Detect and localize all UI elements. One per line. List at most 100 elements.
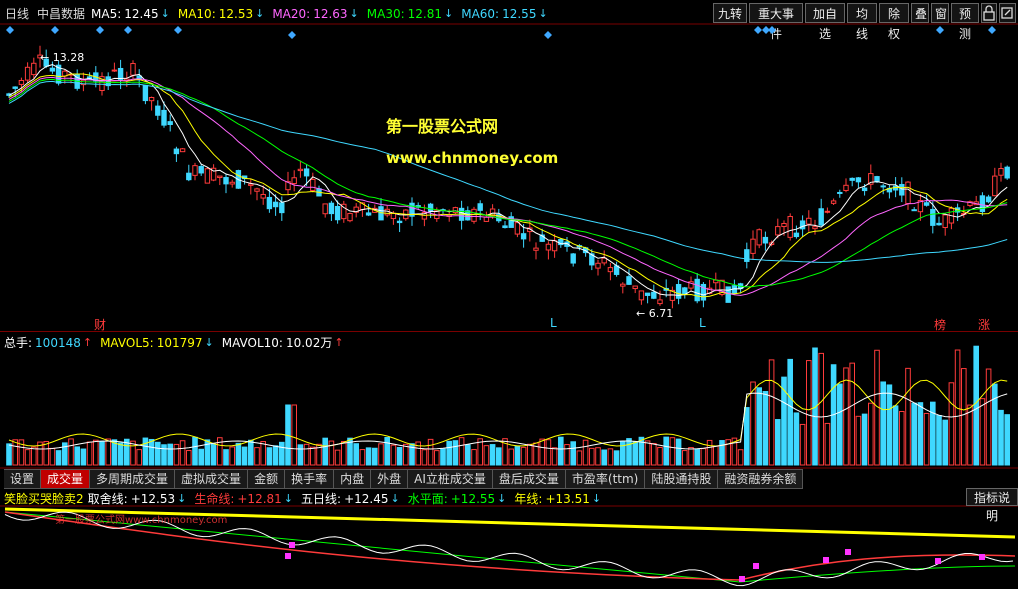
volume-bar <box>651 442 657 466</box>
candle-body <box>471 208 477 222</box>
volume-bar <box>142 437 149 466</box>
volume-bar <box>675 438 682 466</box>
ind-line5-label: 年线: <box>514 492 543 506</box>
volume-bar <box>471 449 477 466</box>
volume-bar <box>607 448 614 466</box>
candle-body <box>452 207 459 214</box>
candle-body <box>942 214 948 229</box>
volume-bar <box>260 441 266 466</box>
tab-northbound-holdings[interactable]: 陆股通持股 <box>645 470 719 488</box>
event-diamond-icon <box>754 26 762 34</box>
volume-header: 总手: 100148 ↑ MAVOL5: 101797 ↓ MAVOL10: 1… <box>4 334 352 351</box>
event-diamond-icon <box>988 26 996 34</box>
event-diamond-icon <box>174 26 182 34</box>
volume-bar <box>644 440 651 466</box>
dragon-marker-1[interactable]: L <box>550 316 557 330</box>
tab-after-hours-volume[interactable]: 盘后成交量 <box>493 470 566 488</box>
volume-bar <box>396 447 403 466</box>
tab-inner-volume[interactable]: 内盘 <box>334 470 372 488</box>
candle-body <box>155 105 161 116</box>
event-diamond-icon <box>124 26 132 34</box>
volume-bar <box>961 368 967 466</box>
volume-bar <box>824 422 831 466</box>
tab-pe-ttm[interactable]: 市盈率(ttm) <box>566 470 646 488</box>
volume-bar <box>105 438 112 466</box>
tab-margin-balance[interactable]: 融资融券余额 <box>718 470 804 488</box>
volume-bar <box>148 438 155 466</box>
watermark-small: 第一股票公式网www.chnmoney.com <box>55 515 228 526</box>
volume-bar <box>861 413 868 466</box>
volume-bar <box>892 405 899 466</box>
candle-body <box>675 284 682 299</box>
tab-volume[interactable]: 成交量 <box>41 470 91 488</box>
volume-bar <box>117 442 124 466</box>
volume-bar <box>886 384 893 466</box>
candle-body <box>179 148 186 153</box>
volume-bar <box>880 381 887 466</box>
indicator-help-button[interactable]: 指标说明 <box>966 488 1018 523</box>
volume-bar <box>254 447 260 466</box>
tab-outer-volume[interactable]: 外盘 <box>371 470 409 488</box>
candle-body <box>607 267 614 273</box>
ind-line3-label: 五日线: <box>301 492 342 506</box>
tab-virtual-volume[interactable]: 虚拟成交量 <box>175 470 249 488</box>
candle-body <box>18 79 25 85</box>
volume-bar <box>223 449 229 466</box>
volume-bar <box>694 449 701 466</box>
candle-body <box>502 225 508 229</box>
signal-marker <box>285 553 291 559</box>
mavol10-value: 10.02万 <box>285 336 333 350</box>
candle-body <box>657 299 663 305</box>
signal-marker <box>739 576 745 582</box>
volume-bar <box>303 443 310 466</box>
volume-bar <box>198 448 204 466</box>
candle-body <box>217 175 223 178</box>
volume-bar <box>359 449 366 466</box>
high-price-label: ← 13.28 <box>40 51 85 64</box>
volume-bar <box>49 447 56 466</box>
volume-bar <box>663 436 670 466</box>
candle-body <box>936 222 942 226</box>
ind-line4-arrow: ↓ <box>497 492 507 505</box>
volume-bar <box>458 437 465 466</box>
candle-body <box>186 172 192 181</box>
tab-amount[interactable]: 金额 <box>248 470 286 488</box>
tab-settings[interactable]: 设置 <box>4 470 42 488</box>
volume-bar <box>632 441 639 466</box>
tab-ai-volume[interactable]: AI立桩成交量 <box>408 470 493 488</box>
volume-bar <box>973 345 980 466</box>
candle-body <box>427 203 434 212</box>
total-volume-arrow: ↑ <box>82 336 93 349</box>
candle-body <box>843 184 849 191</box>
dragon-marker-2[interactable]: L <box>699 316 706 330</box>
tab-multi-period-volume[interactable]: 多周期成交量 <box>90 470 176 488</box>
volume-bar <box>173 443 180 466</box>
candle-body <box>626 276 632 285</box>
candle-body <box>830 200 837 204</box>
volume-bar <box>74 446 81 466</box>
candle-body <box>632 285 638 290</box>
volume-bar <box>229 446 235 466</box>
indicator-name[interactable]: 笑脸买哭脸卖2 <box>4 490 84 507</box>
candle-body <box>198 166 204 174</box>
candle-body <box>365 212 372 216</box>
volume-bar <box>241 446 248 466</box>
volume-bar <box>496 447 502 466</box>
volume-bar <box>899 410 905 466</box>
candle-body <box>334 205 341 221</box>
volume-bar <box>564 444 570 466</box>
candle-body <box>998 168 1004 176</box>
candle-body <box>142 84 149 102</box>
candle-body <box>644 292 651 296</box>
candle-body <box>787 215 793 238</box>
volume-bar <box>210 443 217 466</box>
candle-body <box>899 184 905 196</box>
signal-marker <box>823 557 829 563</box>
candle-body <box>1004 166 1010 179</box>
candle-body <box>911 209 917 212</box>
ind-line2-value: +12.81 <box>237 491 282 506</box>
volume-bar <box>682 450 688 466</box>
candle-body <box>260 193 266 199</box>
tab-turnover[interactable]: 换手率 <box>285 470 335 488</box>
candle-body <box>694 278 700 302</box>
